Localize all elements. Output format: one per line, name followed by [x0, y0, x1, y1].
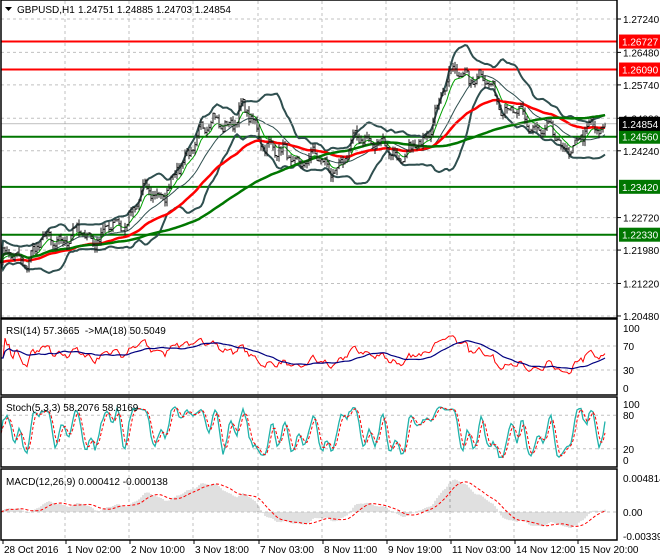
indicator-axis-label: 0	[623, 384, 629, 395]
trading-chart[interactable]: 1.272401.264801.257401.249801.242401.227…	[0, 0, 660, 560]
indicator-axis-label: 0.004814	[623, 474, 660, 485]
indicator-axis-label: 100	[623, 324, 640, 335]
level-price-label: 1.24560	[622, 133, 659, 144]
price-axis-label: 1.26480	[623, 48, 660, 59]
price-axis-label: 1.24240	[623, 147, 660, 158]
current-price-label: 1.24854	[622, 120, 659, 131]
indicator-axis-label: 0	[623, 456, 629, 467]
time-axis-label: 14 Nov 12:00	[516, 545, 576, 556]
time-axis-label: 11 Nov 03:00	[452, 545, 511, 556]
triangle-down-icon[interactable]	[5, 7, 12, 11]
symbol-label: GBPUSD,H1	[17, 5, 75, 16]
indicator-axis-label: 100	[623, 400, 640, 411]
price-axis-label: 1.27240	[623, 15, 660, 26]
time-axis-label: 8 Nov 11:00	[324, 545, 378, 556]
stochastic-panel[interactable]	[0, 406, 606, 459]
indicator-axis-label: -0.003396	[623, 532, 660, 543]
time-axis-label: 2 Nov 10:00	[131, 545, 185, 556]
stoch-main-line	[0, 406, 606, 459]
price-axis-label: 1.22720	[623, 214, 660, 225]
indicator-axis-label: 80	[623, 411, 635, 422]
time-axis-label: 3 Nov 18:00	[195, 545, 249, 556]
indicator-axis-label: 30	[623, 366, 635, 377]
level-price-label: 1.23420	[622, 183, 659, 194]
stoch-title: Stoch(5,3,3) 58.2076 58.8169	[6, 403, 139, 414]
price-axis-label: 1.21220	[623, 279, 660, 290]
indicator-axis-label: 0.00	[623, 508, 643, 519]
indicator-axis-label: 20	[623, 445, 635, 456]
level-price-label: 1.26090	[622, 66, 659, 77]
chart-header: GBPUSD,H1 1.24751 1.24885 1.24703 1.2485…	[5, 5, 231, 16]
price-axis-label: 1.25740	[623, 81, 660, 92]
level-price-label: 1.26727	[622, 38, 659, 49]
time-axis-label: 9 Nov 19:00	[388, 545, 442, 556]
macd-title: MACD(12,26,9) 0.000412 -0.000138	[6, 477, 168, 488]
time-axis-label: 15 Nov 20:00	[579, 545, 639, 556]
rsi-title: RSI(14) 57.3665 ->MA(18) 50.5049	[6, 326, 166, 337]
price-axis-label: 1.20480	[623, 312, 660, 323]
time-axis-label: 28 Oct 2016	[4, 545, 59, 556]
time-axis-label: 1 Nov 02:00	[67, 545, 121, 556]
indicator-axis-label: 70	[623, 342, 635, 353]
level-price-label: 1.22330	[622, 231, 659, 242]
price-panel[interactable]	[0, 40, 617, 274]
price-axis-label: 1.21980	[623, 246, 660, 257]
time-axis-label: 7 Nov 03:00	[260, 545, 314, 556]
ohlc-values: 1.24751 1.24885 1.24703 1.24854	[78, 5, 231, 16]
axes: 1.272401.264801.257401.249801.242401.227…	[2, 15, 660, 556]
